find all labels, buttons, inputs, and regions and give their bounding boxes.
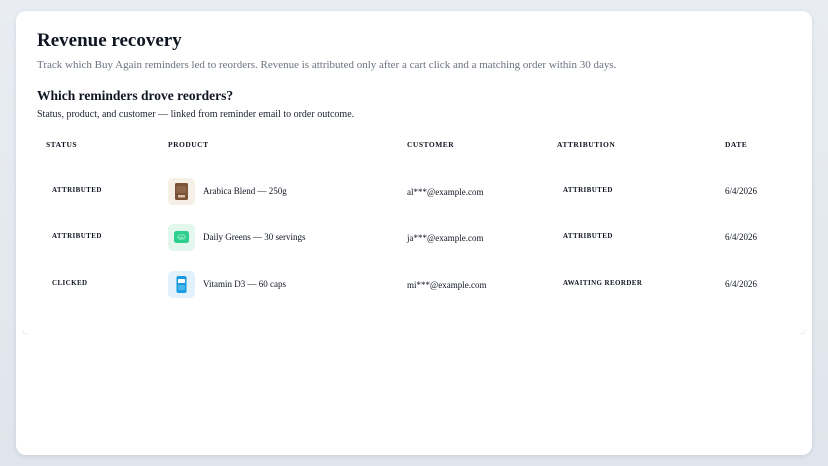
- vitamin-bottle-icon: [168, 271, 195, 298]
- section-title: Which reminders drove reorders?: [37, 88, 234, 103]
- row-date: 6/4/2026: [725, 279, 758, 289]
- attribution-badge: AWAITING REORDER: [563, 279, 643, 287]
- section-subtitle: Status, product, and customer — linked f…: [37, 109, 355, 120]
- revenue-recovery-card: Revenue recovery Track which Buy Again r…: [16, 11, 812, 455]
- reminders-table: STATUS PRODUCT CUSTOMER ATTRIBUTION DATE…: [23, 134, 805, 334]
- customer-email: ja***@example.com: [407, 233, 484, 243]
- table-row[interactable]: ATTRIBUTED Daily Greens — 30 servings ja…: [23, 213, 805, 259]
- attribution-badge: ATTRIBUTED: [563, 186, 613, 194]
- status-badge: CLICKED: [52, 279, 88, 287]
- product-name: Arabica Blend — 250g: [203, 186, 287, 196]
- status-badge: ATTRIBUTED: [52, 186, 102, 194]
- table-row[interactable]: CLICKED Vitamin D3 — 60 caps mi***@examp…: [23, 260, 805, 306]
- row-date: 6/4/2026: [725, 232, 758, 242]
- product-name: Daily Greens — 30 servings: [203, 232, 306, 242]
- table-corner-right: [800, 329, 805, 334]
- page-title: Revenue recovery: [37, 30, 182, 51]
- coffee-bag-icon: [168, 178, 195, 205]
- attribution-badge: ATTRIBUTED: [563, 232, 613, 240]
- customer-email: al***@example.com: [407, 187, 484, 197]
- greens-pouch-icon: [168, 224, 195, 251]
- column-status: STATUS: [46, 140, 78, 149]
- table-row[interactable]: ATTRIBUTED Arabica Blend — 250g al***@ex…: [23, 167, 805, 213]
- status-badge: ATTRIBUTED: [52, 232, 102, 240]
- customer-email: mi***@example.com: [407, 280, 487, 290]
- column-attribution: ATTRIBUTION: [557, 140, 616, 149]
- table-corner-left: [23, 329, 28, 334]
- product-name: Vitamin D3 — 60 caps: [203, 279, 286, 289]
- row-date: 6/4/2026: [725, 186, 758, 196]
- column-product: PRODUCT: [168, 140, 209, 149]
- column-date: DATE: [725, 140, 748, 149]
- page-subtitle: Track which Buy Again reminders led to r…: [37, 59, 617, 71]
- column-customer: CUSTOMER: [407, 140, 455, 149]
